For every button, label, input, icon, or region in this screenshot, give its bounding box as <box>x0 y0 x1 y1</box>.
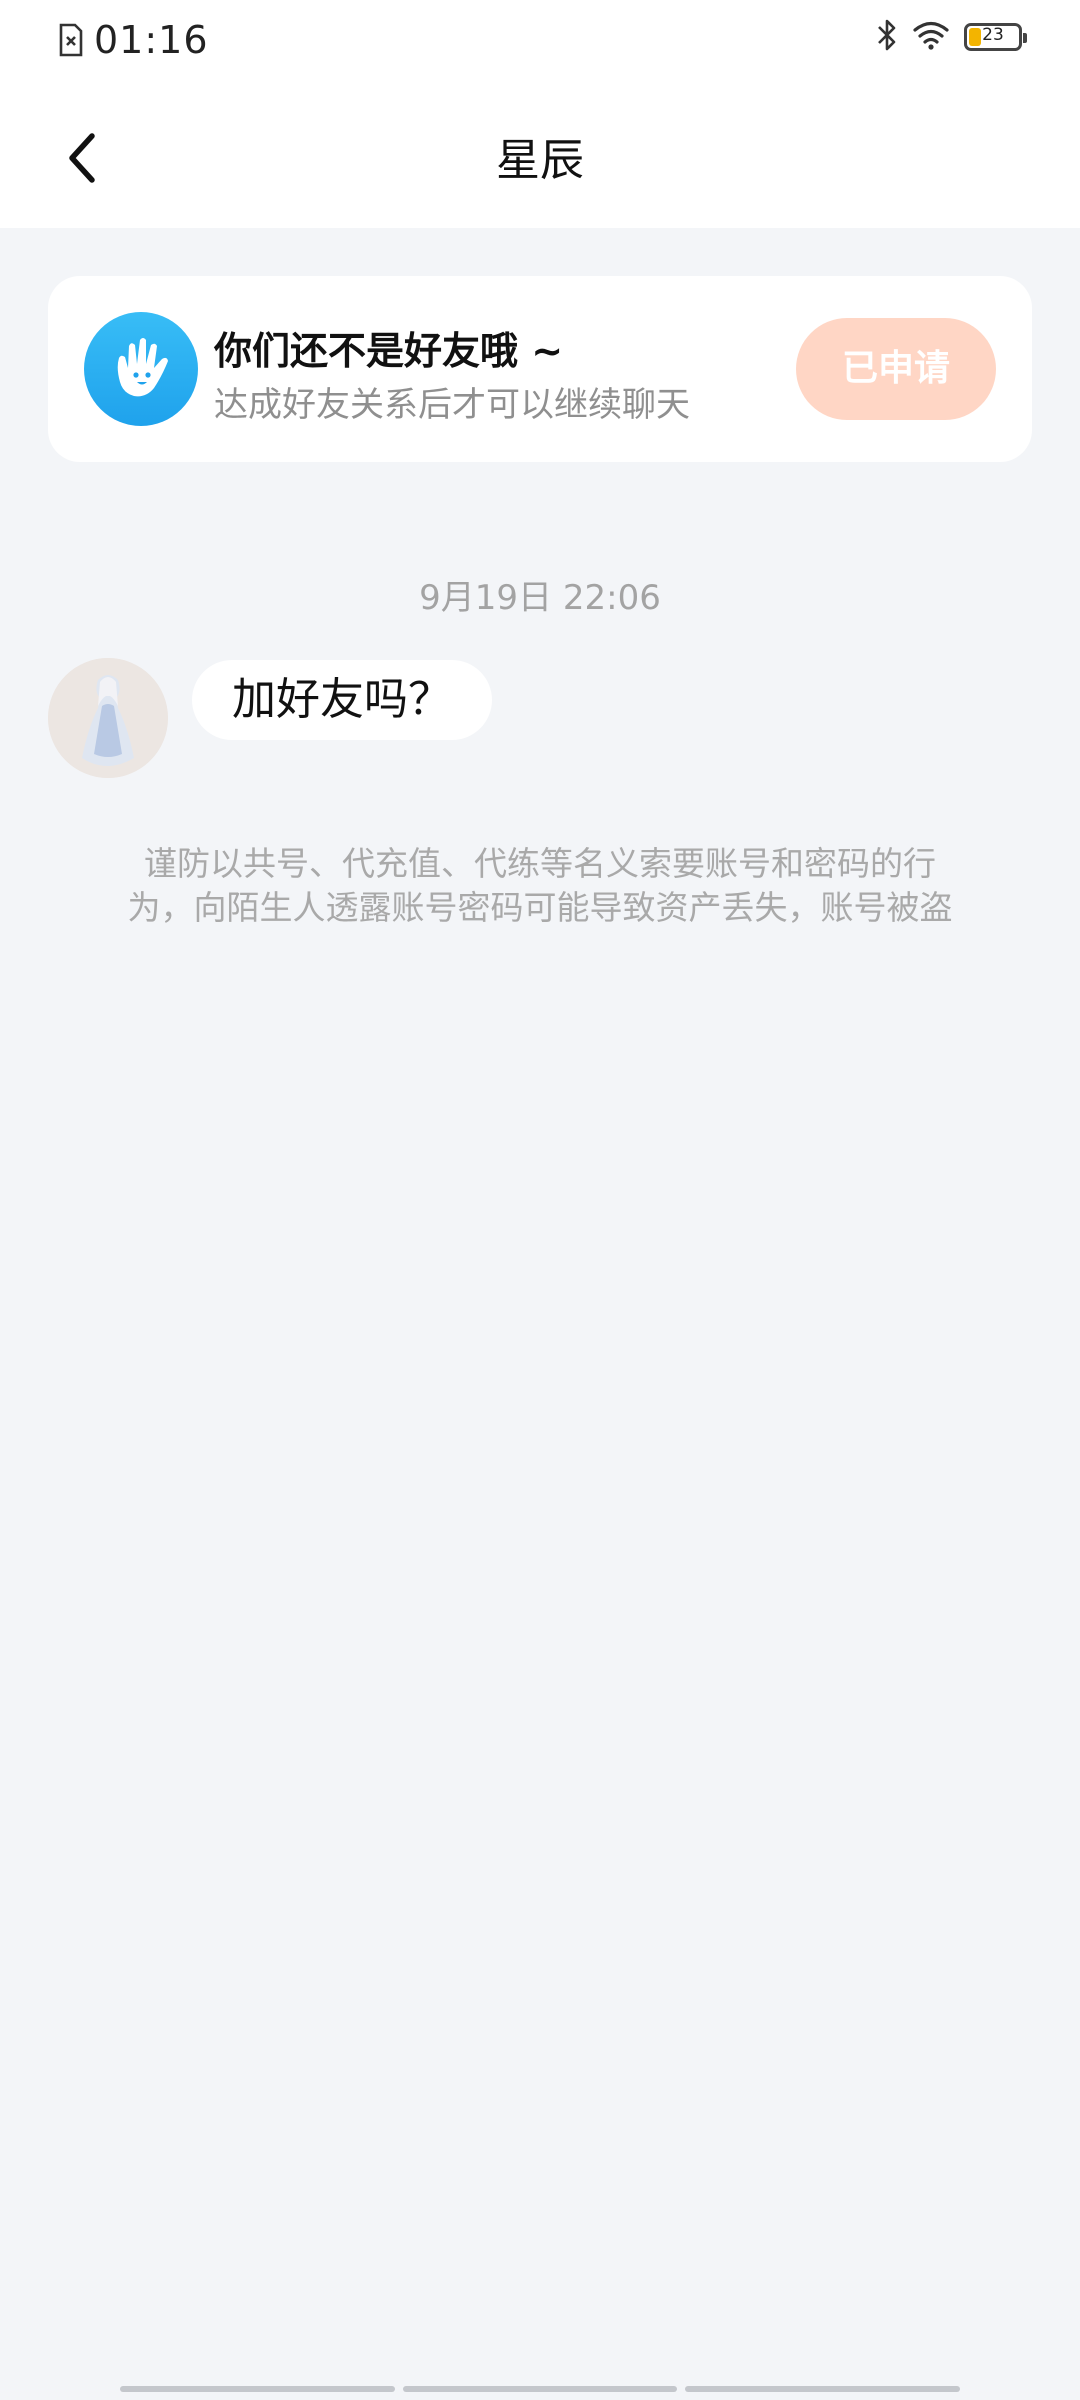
battery-icon: 23 <box>964 23 1027 51</box>
status-right: 23 <box>876 18 1027 56</box>
chat-header: 星辰 <box>0 80 1080 228</box>
avatar[interactable] <box>48 658 168 778</box>
wifi-icon <box>912 20 950 54</box>
nav-segment <box>685 2386 961 2392</box>
sim-error-icon <box>58 23 84 57</box>
message-bubble[interactable]: 加好友吗？ <box>192 660 492 740</box>
battery-level: 23 <box>982 25 1004 45</box>
nav-segment <box>120 2386 395 2392</box>
nav-segment <box>402 2386 678 2392</box>
message-timestamp: 9月19日 22:06 <box>419 578 661 618</box>
notice-title: 你们还不是好友哦 ~ <box>214 329 564 373</box>
status-left: 01:16 <box>58 18 209 62</box>
hand-icon <box>84 312 198 426</box>
friend-notice-card: 你们还不是好友哦 ~ 达成好友关系后才可以继续聊天 已申请 <box>48 276 1032 462</box>
gesture-nav-bar[interactable] <box>120 2386 961 2394</box>
warning-line-1: 谨防以共号、代充值、代练等名义索要账号和密码的行 <box>144 844 936 883</box>
status-bar: 01:16 23 <box>0 0 1080 80</box>
battery-nub <box>1023 33 1027 43</box>
security-warning: 谨防以共号、代充值、代练等名义索要账号和密码的行 为，向陌生人透露账号密码可能导… <box>70 842 1010 930</box>
status-time: 01:16 <box>94 18 209 62</box>
page-title: 星辰 <box>496 135 584 186</box>
applied-button[interactable]: 已申请 <box>796 318 996 420</box>
notice-subtitle: 达成好友关系后才可以继续聊天 <box>214 385 690 425</box>
bluetooth-icon <box>876 18 898 56</box>
warning-line-2: 为，向陌生人透露账号密码可能导致资产丢失，账号被盗 <box>127 888 953 927</box>
